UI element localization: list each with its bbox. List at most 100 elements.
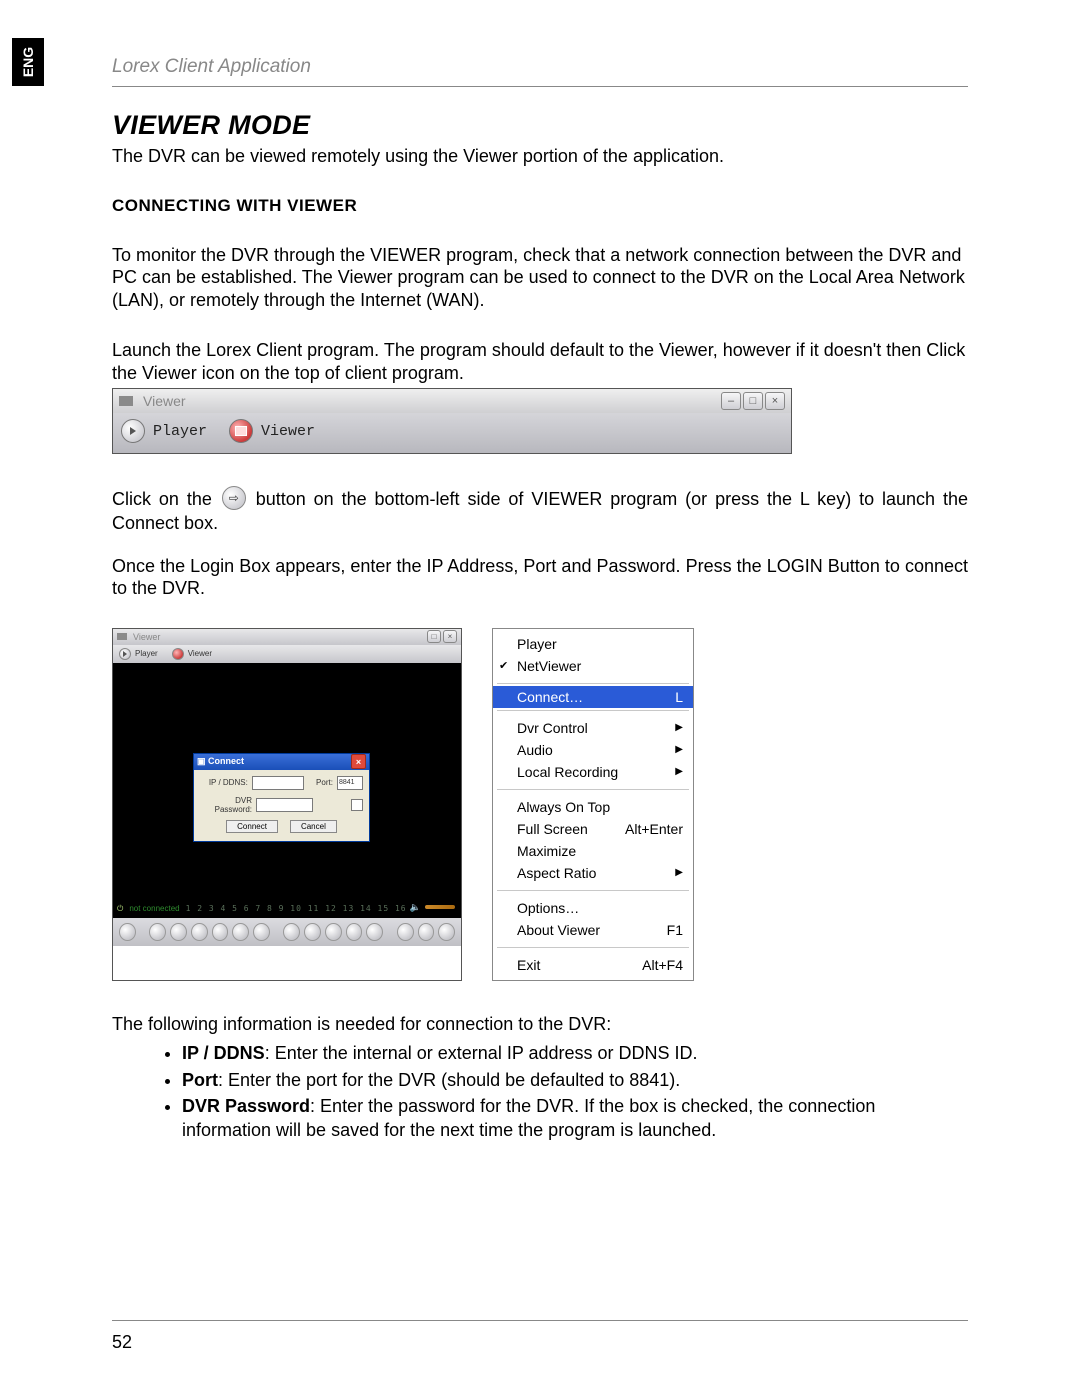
connect-dialog: ▣ Connect × IP / DDNS: Port: 8841 <box>193 753 370 842</box>
figures-row: Viewer □ × Player Viewer <box>112 628 968 981</box>
menu-item-options[interactable]: Options… <box>493 897 693 919</box>
volume-control: 🔈 <box>410 902 455 913</box>
toolbar-button[interactable] <box>304 923 321 941</box>
password-input[interactable] <box>256 798 313 812</box>
toolbar-titlebar: Viewer – □ × <box>113 389 791 413</box>
menu-label: About Viewer <box>517 922 600 938</box>
menu-shortcut: Alt+Enter <box>625 821 683 837</box>
app-icon <box>119 396 133 406</box>
submenu-arrow-icon: ▶ <box>675 722 683 733</box>
viewer-titlebar: Viewer □ × <box>113 629 461 645</box>
menu-item-always-on-top[interactable]: Always On Top <box>493 796 693 818</box>
toolbar-button[interactable] <box>325 923 342 941</box>
toolbar-button[interactable] <box>397 923 414 941</box>
toolbar-button[interactable] <box>119 923 136 941</box>
menu-item-maximize[interactable]: Maximize <box>493 840 693 862</box>
viewer-window-figure: Viewer □ × Player Viewer <box>112 628 462 981</box>
menu-label: Audio <box>517 742 553 758</box>
maximize-icon[interactable]: □ <box>743 392 763 410</box>
cancel-button[interactable]: Cancel <box>290 820 337 833</box>
menu-item-audio[interactable]: Audio ▶ <box>493 739 693 761</box>
tab-player[interactable]: Player <box>119 648 158 660</box>
toolbar-button[interactable] <box>346 923 363 941</box>
menu-separator <box>497 789 689 790</box>
ip-input[interactable] <box>252 776 305 790</box>
plug-icon: ⏻ <box>117 904 123 914</box>
minimize-icon[interactable]: – <box>721 392 741 410</box>
paragraph-5: The following information is needed for … <box>112 1013 968 1036</box>
submenu-arrow-icon: ▶ <box>675 867 683 878</box>
connect-button[interactable]: Connect <box>226 820 278 833</box>
bullet-text: : Enter the internal or external IP addr… <box>265 1043 698 1063</box>
menu-shortcut: F1 <box>667 922 683 938</box>
menu-label: Always On Top <box>517 799 610 815</box>
toolbar-button[interactable] <box>170 923 187 941</box>
connect-dialog-title: Connect <box>208 756 244 766</box>
viewer-video-area: ▣ Connect × IP / DDNS: Port: 8841 <box>113 663 461 918</box>
menu-item-full-screen[interactable]: Full Screen Alt+Enter <box>493 818 693 840</box>
bullet-label: Port <box>182 1070 218 1090</box>
menu-item-aspect-ratio[interactable]: Aspect Ratio ▶ <box>493 862 693 884</box>
password-label: DVR Password: <box>200 796 252 814</box>
bullet-label: IP / DDNS <box>182 1043 265 1063</box>
save-checkbox[interactable] <box>351 799 363 811</box>
context-menu-figure: Player NetViewer Connect… L Dvr Control … <box>492 628 694 981</box>
menu-item-netviewer[interactable]: NetViewer <box>493 655 693 677</box>
port-input[interactable]: 8841 <box>337 776 363 790</box>
close-icon[interactable]: × <box>765 392 785 410</box>
toolbar-button[interactable] <box>253 923 270 941</box>
toolbar-button[interactable] <box>212 923 229 941</box>
toolbar-button[interactable] <box>149 923 166 941</box>
arrow-icon <box>222 486 246 510</box>
menu-shortcut: Alt+F4 <box>642 957 683 973</box>
viewer-title: Viewer <box>133 632 160 642</box>
menu-item-exit[interactable]: Exit Alt+F4 <box>493 954 693 976</box>
play-icon <box>119 648 131 660</box>
toolbar-button[interactable] <box>418 923 435 941</box>
menu-label: Full Screen <box>517 821 588 837</box>
menu-label: Exit <box>517 957 540 973</box>
window-controls: □ × <box>427 630 457 643</box>
paragraph-2: Launch the Lorex Client program. The pro… <box>112 339 968 384</box>
app-icon <box>117 633 127 640</box>
tab-viewer[interactable]: Viewer <box>172 648 212 660</box>
monitor-icon <box>229 419 253 443</box>
language-tab-label: ENG <box>20 47 36 77</box>
menu-label: Dvr Control <box>517 720 588 736</box>
tab-player-label: Player <box>135 649 158 658</box>
toolbar-button[interactable] <box>191 923 208 941</box>
maximize-icon[interactable]: □ <box>427 630 441 643</box>
menu-item-local-recording[interactable]: Local Recording ▶ <box>493 761 693 783</box>
bullet-text: : Enter the port for the DVR (should be … <box>218 1070 680 1090</box>
toolbar-button[interactable] <box>438 923 455 941</box>
window-controls: – □ × <box>721 392 785 410</box>
menu-label: Aspect Ratio <box>517 865 596 881</box>
bullet-item: IP / DDNS: Enter the internal or externa… <box>182 1041 968 1065</box>
toolbar-button[interactable] <box>366 923 383 941</box>
submenu-arrow-icon: ▶ <box>675 744 683 755</box>
paragraph-1: To monitor the DVR through the VIEWER pr… <box>112 244 968 312</box>
paragraph-3a: Click on the <box>112 489 220 509</box>
speaker-icon: 🔈 <box>410 902 421 913</box>
toolbar-button[interactable] <box>232 923 249 941</box>
menu-item-player[interactable]: Player <box>493 633 693 655</box>
section-heading: VIEWER MODE <box>112 110 968 141</box>
volume-bar[interactable] <box>425 905 455 909</box>
toolbar-button[interactable] <box>283 923 300 941</box>
play-icon <box>121 419 145 443</box>
menu-item-dvr-control[interactable]: Dvr Control ▶ <box>493 717 693 739</box>
menu-item-connect[interactable]: Connect… L <box>493 686 693 708</box>
language-tab: ENG <box>12 38 44 86</box>
close-icon[interactable]: × <box>351 754 366 769</box>
toolbar-player-item[interactable]: Player <box>121 419 207 443</box>
bullet-item: DVR Password: Enter the password for the… <box>182 1094 968 1143</box>
toolbar-viewer-item[interactable]: Viewer <box>229 419 315 443</box>
running-header: Lorex Client Application <box>112 56 311 78</box>
menu-label: Maximize <box>517 843 576 859</box>
connection-status: ⏻ not connected 1 2 3 4 5 6 7 8 9 10 11 … <box>117 904 407 914</box>
page-content: VIEWER MODE The DVR can be viewed remote… <box>112 110 968 1144</box>
close-icon[interactable]: × <box>443 630 457 643</box>
menu-item-about[interactable]: About Viewer F1 <box>493 919 693 941</box>
page-number: 52 <box>112 1332 132 1353</box>
menu-separator <box>497 890 689 891</box>
